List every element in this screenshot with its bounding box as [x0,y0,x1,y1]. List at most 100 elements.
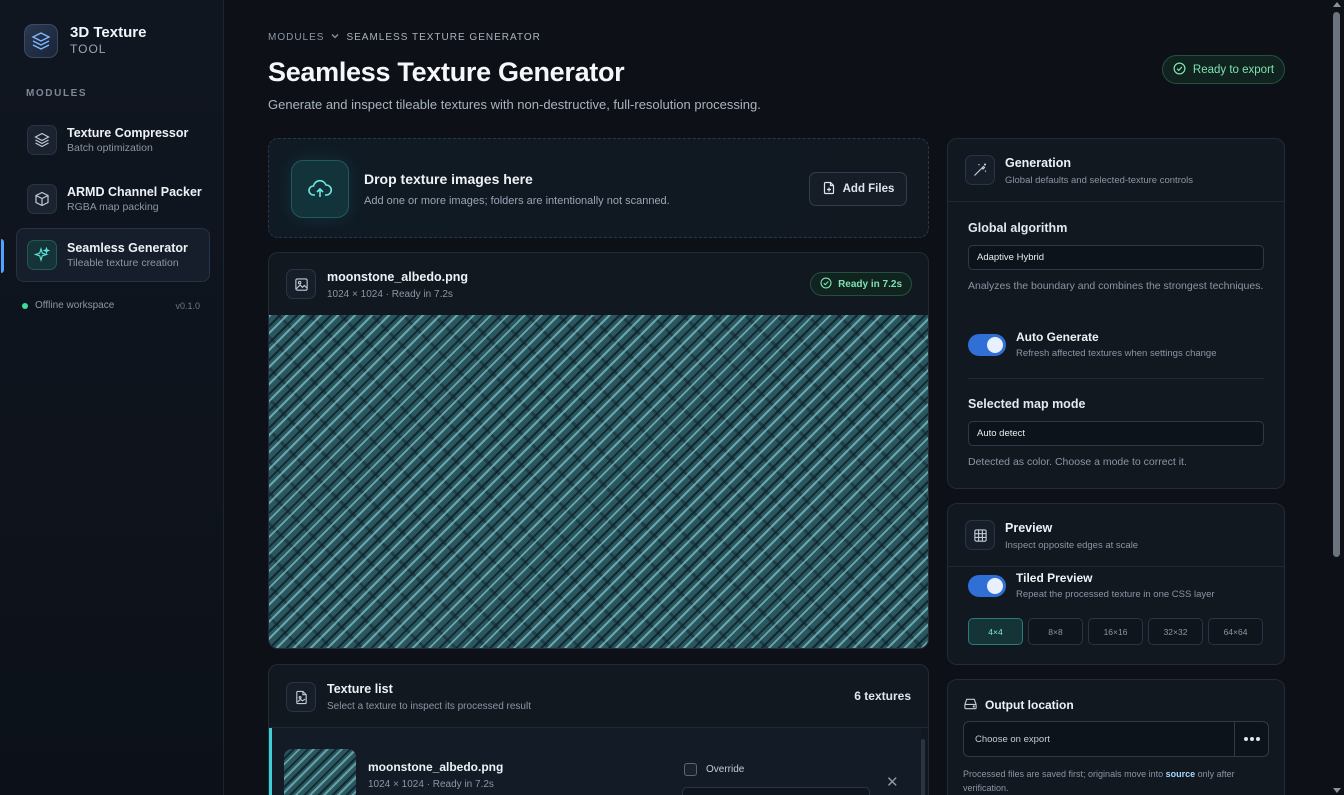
tiled-preview-sub: Repeat the processed texture in one CSS … [1016,589,1215,600]
viewer-file-name: moonstone_albedo.png [327,270,468,284]
row-file-meta: 1024 × 1024 · Ready in 7.2s [368,779,494,790]
close-icon[interactable]: ✕ [886,773,899,791]
layers-icon [27,125,57,155]
texture-count: 6 textures [854,689,911,703]
page-scrollbar[interactable] [1330,0,1344,795]
texture-list: Texture list Select a texture to inspect… [268,664,929,795]
layers-stack-icon [24,24,58,58]
selected-indicator [269,728,272,795]
output-location-header: Output location [963,696,1074,714]
texture-dropzone[interactable]: Drop texture images here Add one or more… [268,138,929,238]
global-algorithm-label: Global algorithm [968,221,1068,235]
texture-preview-canvas[interactable] [269,315,928,648]
add-files-label: Add Files [842,183,895,195]
scroll-down-icon[interactable] [1333,788,1341,793]
map-mode-select[interactable]: Auto detect [968,421,1264,446]
dropzone-title: Drop texture images here [364,171,533,187]
breadcrumb: MODULES SEAMLESS TEXTURE GENERATOR [268,31,541,44]
divider [968,378,1264,379]
preview-panel: Preview Inspect opposite edges at scale … [947,503,1285,665]
sidebar-heading: MODULES [26,88,88,99]
sidebar-item-label: ARMD Channel Packer [67,184,202,199]
sidebar-item-seamless-generator[interactable]: Seamless Generator Tileable texture crea… [1,228,210,282]
global-algorithm-select[interactable]: Adaptive Hybrid [968,245,1264,270]
output-help-prefix: Processed files are saved first; origina… [963,769,1164,779]
auto-generate-sub: Refresh affected textures when settings … [1016,348,1217,359]
output-location-help: Processed files are saved first; origina… [963,767,1273,795]
workspace-status-label: Offline workspace [35,300,115,311]
sidebar-item-sub: Batch optimization [67,141,153,154]
chevron-down-icon [330,31,340,44]
brand-title: 3D Texture [70,23,147,41]
divider [948,201,1284,202]
grid-icon [965,520,995,550]
magic-wand-icon [965,155,995,185]
active-indicator [1,239,4,273]
scale-option-64x64[interactable]: 64×64 [1208,618,1263,645]
check-circle-icon [820,276,832,292]
texture-viewer: moonstone_albedo.png 1024 × 1024 · Ready… [268,252,929,649]
map-mode-help: Detected as color. Choose a mode to corr… [968,456,1187,468]
scale-option-4x4[interactable]: 4×4 [968,618,1023,645]
generation-title: Generation [1005,156,1071,170]
preview-subtitle: Inspect opposite edges at scale [1005,540,1139,551]
sidebar-item-label: Seamless Generator [67,240,188,255]
export-status-badge: Ready to export [1162,55,1285,84]
more-options-icon[interactable] [1234,722,1268,756]
export-status-label: Ready to export [1192,63,1275,76]
check-circle-icon [1173,62,1186,78]
table-row[interactable]: moonstone_albedo.png 1024 × 1024 · Ready… [269,728,921,795]
output-location-title: Output location [985,698,1074,712]
status-dot-icon [22,302,28,309]
version-label: v0.1.0 [175,300,200,311]
global-algorithm-help: Analyzes the boundary and combines the s… [968,280,1264,292]
checkbox-box[interactable] [684,763,697,776]
output-location-input[interactable]: Choose on export [963,721,1269,757]
file-image-icon [286,682,316,712]
sidebar-item-armd-channel-packer[interactable]: ARMD Channel Packer RGBA map packing [16,172,210,226]
preview-title: Preview [1005,521,1053,535]
map-mode-label: Selected map mode [968,397,1086,411]
page-title: Seamless Texture Generator [268,57,625,87]
viewer-status-label: Ready in 7.2s [838,278,902,290]
toggle-knob [987,337,1003,353]
row-algorithm-select[interactable] [682,787,870,795]
divider [948,566,1284,567]
breadcrumb-current: SEAMLESS TEXTURE GENERATOR [346,32,541,43]
auto-generate-toggle[interactable] [968,334,1006,356]
scale-option-8x8[interactable]: 8×8 [1028,618,1083,645]
cube-icon [27,184,57,214]
breadcrumb-modules[interactable]: MODULES [268,32,324,43]
output-panel: Output location Choose on export Process… [947,679,1285,795]
override-checkbox[interactable]: Override [684,763,744,776]
sparkles-icon [27,240,57,270]
sidebar-item-sub: RGBA map packing [67,200,159,213]
image-icon [286,269,316,299]
scale-option-32x32[interactable]: 32×32 [1148,618,1203,645]
brand: 3D Texture TOOL [24,24,146,58]
tiled-preview-label: Tiled Preview [1016,571,1093,585]
generation-panel: Generation Global defaults and selected-… [947,138,1285,489]
scale-option-16x16[interactable]: 16×16 [1088,618,1143,645]
texture-thumbnail [284,749,356,795]
sidebar-item-sub: Tileable texture creation [67,256,179,269]
scrollbar-thumb[interactable] [1333,12,1340,557]
brand-subtitle: TOOL [70,41,107,56]
output-help-keyword: source [1165,769,1196,779]
hard-drive-icon [963,696,978,714]
sidebar-item-label: Texture Compressor [67,125,189,140]
override-label: Override [706,764,745,775]
sidebar-item-texture-compressor[interactable]: Texture Compressor Batch optimization [16,113,210,167]
viewer-file-meta: 1024 × 1024 · Ready in 7.2s [327,289,453,300]
list-scrollbar[interactable] [921,739,925,795]
texture-list-title: Texture list [327,682,393,696]
file-plus-icon [822,181,836,198]
row-file-name: moonstone_albedo.png [368,760,504,774]
add-files-button[interactable]: Add Files [809,172,907,206]
auto-generate-label: Auto Generate [1016,330,1099,344]
texture-list-subtitle: Select a texture to inspect its processe… [327,701,531,712]
viewer-status-badge: Ready in 7.2s [810,272,912,296]
tiled-preview-toggle[interactable] [968,575,1006,597]
dropzone-description: Add one or more images; folders are inte… [364,195,670,207]
scroll-up-icon[interactable] [1333,2,1341,7]
